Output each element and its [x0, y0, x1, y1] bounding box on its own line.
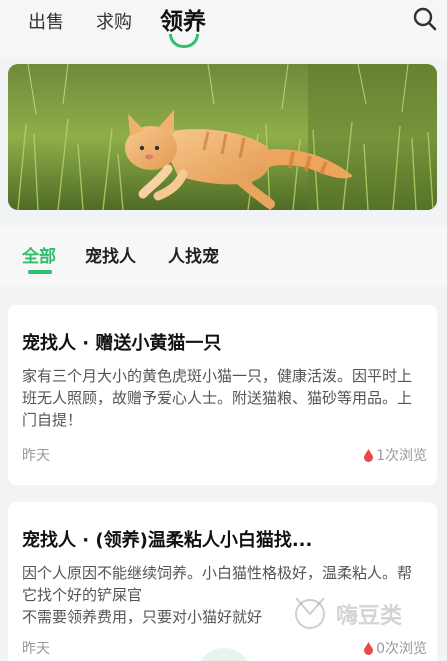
post-title: 宠找人 · (领养)温柔粘人小白猫找...: [22, 530, 313, 551]
active-tab-indicator: [169, 34, 199, 48]
tab-person-finds-pet[interactable]: 人找宠: [168, 242, 219, 267]
category-active-indicator: [28, 270, 52, 274]
post-views: 0次浏览: [364, 638, 427, 658]
post-card[interactable]: 宠找人 · 赠送小黄猫一只 家有三个月大小的黄色虎斑小猫一只，健康活泼。因平时上…: [8, 305, 437, 485]
view-drop-icon: [364, 641, 374, 655]
banner-image[interactable]: [8, 64, 437, 210]
view-drop-icon: [364, 448, 374, 462]
tab-pet-finds-person[interactable]: 宠找人: [85, 242, 136, 267]
category-tab-bar: 全部 宠找人 人找宠: [0, 226, 447, 286]
watermark-logo-icon: [295, 597, 325, 629]
tab-sell[interactable]: 出售: [28, 8, 64, 34]
search-icon[interactable]: [412, 6, 438, 32]
view-count: 1次浏览: [376, 448, 427, 464]
watermark-text: 嗨豆类: [336, 604, 403, 629]
post-date: 昨天: [22, 448, 50, 464]
post-views: 1次浏览: [364, 445, 427, 465]
tab-buy[interactable]: 求购: [96, 8, 132, 34]
top-tab-bar: 出售 求购 领养: [0, 0, 447, 58]
tab-all[interactable]: 全部: [22, 242, 56, 267]
view-count: 0次浏览: [376, 641, 427, 657]
post-description: 家有三个月大小的黄色虎斑小猫一只，健康活泼。因平时上班无人照顾，故赠予爱心人士。…: [22, 367, 413, 429]
watermark: 嗨豆类: [288, 588, 428, 638]
post-title: 宠找人 · 赠送小黄猫一只: [22, 333, 222, 354]
post-date: 昨天: [22, 641, 50, 657]
tab-adopt[interactable]: 领养: [160, 2, 206, 36]
adoption-page: 出售 求购 领养 全部 宠找人 人找宠 宠找人 · 赠送小黄猫一只 家有三个月大…: [0, 0, 447, 661]
